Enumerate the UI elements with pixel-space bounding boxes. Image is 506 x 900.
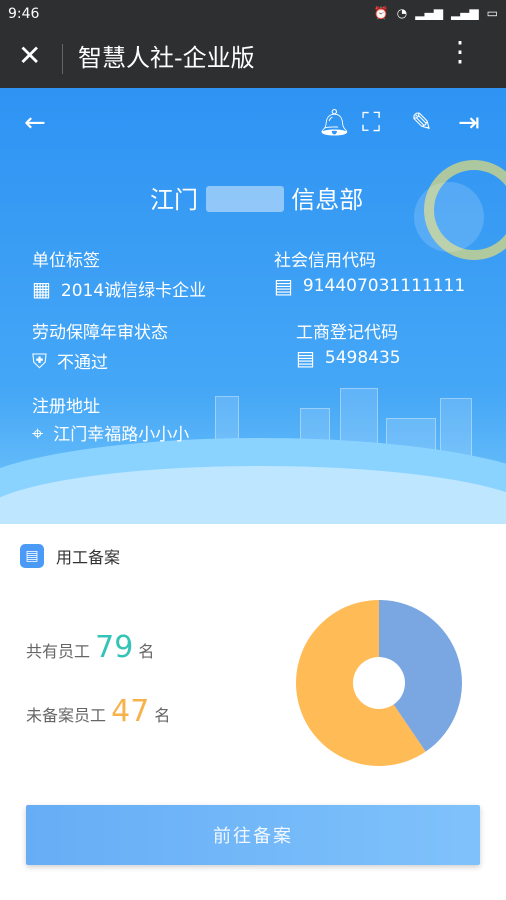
labor-status-text: 不通过 xyxy=(57,353,108,373)
more-menu-icon[interactable]: ⋮ xyxy=(446,38,474,66)
location-pin-icon: ⌖ xyxy=(32,420,44,445)
total-employees-stat: 共有员工 79 名 xyxy=(26,630,154,665)
go-filing-button[interactable]: 前往备案 xyxy=(26,805,480,865)
company-hero: ← 🔔︎ ⛶ ✎ ⇥ 江门 信息部 单位标签 ▦ 2014诚信绿卡企业 社会信用… xyxy=(0,88,506,524)
address-value: ⌖ 江门幸福路小小小 xyxy=(32,420,190,446)
back-icon[interactable]: ← xyxy=(24,110,46,136)
battery-icon: ▭ xyxy=(486,6,498,20)
labor-status-value: ⛨ 不通过 xyxy=(32,348,108,374)
company-name-redacted xyxy=(205,186,284,212)
document-icon: ▤ xyxy=(296,346,315,370)
total-employees-count: 79 xyxy=(95,630,134,665)
labor-status-label: 劳动保障年审状态 xyxy=(32,323,168,343)
status-bar: 9:46 ⏰ ◔ ▂▄▆ ▂▄▆ ▭ xyxy=(0,0,506,28)
company-name: 江门 信息部 xyxy=(150,180,363,215)
signal-icon: ▂▄▆ xyxy=(450,6,479,20)
certificate-icon: ▤ xyxy=(274,274,293,298)
unit-tag-text: 2014诚信绿卡企业 xyxy=(60,281,207,301)
section-header: ▤ 用工备案 xyxy=(20,544,120,568)
employee-pie-chart xyxy=(295,600,462,770)
pie-hole xyxy=(353,657,405,709)
status-time: 9:46 xyxy=(8,6,40,22)
alarm-icon: ⏰ xyxy=(373,6,389,20)
unit-tag-label: 单位标签 xyxy=(32,251,100,271)
company-name-suffix: 信息部 xyxy=(291,186,364,214)
credit-code-text: 914407031111111 xyxy=(302,276,466,296)
pie-svg xyxy=(295,600,462,766)
biz-reg-text: 5498435 xyxy=(324,348,401,368)
wifi-icon: ◔ xyxy=(396,6,408,20)
company-name-prefix: 江门 xyxy=(150,186,198,214)
biz-reg-value: ▤ 5498435 xyxy=(296,348,401,368)
address-text: 江门幸福路小小小 xyxy=(53,425,190,445)
signal-icon: ▂▄▆ xyxy=(415,6,443,20)
credit-code-value: ▤ 914407031111111 xyxy=(274,276,465,296)
building-icon: ▦ xyxy=(32,276,51,301)
edit-icon[interactable]: ✎ xyxy=(411,110,433,136)
section-title: 用工备案 xyxy=(56,548,121,567)
bell-icon[interactable]: 🔔︎ xyxy=(318,110,351,136)
unfiled-employees-stat: 未备案员工 47 名 xyxy=(26,694,170,729)
scan-icon[interactable]: ⛶ xyxy=(362,110,380,136)
document-icon: ▤ xyxy=(20,544,44,568)
unit-tag-value: ▦ 2014诚信绿卡企业 xyxy=(32,276,207,302)
title-divider xyxy=(62,44,63,74)
total-employees-unit: 名 xyxy=(138,642,155,661)
logout-icon[interactable]: ⇥ xyxy=(458,110,480,136)
biz-reg-label: 工商登记代码 xyxy=(296,323,398,343)
address-label: 注册地址 xyxy=(32,397,100,417)
close-icon[interactable]: ✕ xyxy=(18,42,41,70)
total-employees-label: 共有员工 xyxy=(26,642,91,661)
page-title: 智慧人社-企业版 xyxy=(78,44,255,72)
unfiled-employees-label: 未备案员工 xyxy=(26,706,107,725)
status-icons: ⏰ ◔ ▂▄▆ ▂▄▆ ▭ xyxy=(374,6,498,20)
unfiled-employees-unit: 名 xyxy=(154,706,171,725)
cloud-decoration xyxy=(414,182,484,252)
unfiled-employees-count: 47 xyxy=(111,694,150,729)
credit-code-label: 社会信用代码 xyxy=(274,251,376,271)
title-bar: ✕ 智慧人社-企业版 ⋮ xyxy=(0,28,506,88)
shield-user-icon: ⛨ xyxy=(32,348,47,373)
